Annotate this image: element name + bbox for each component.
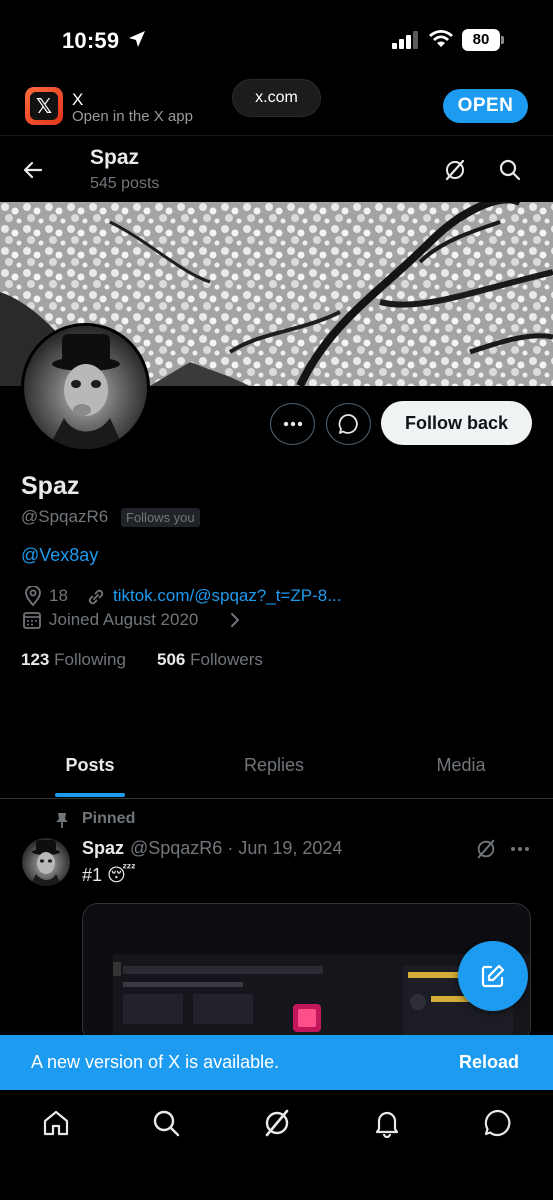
tabs-divider: [0, 798, 553, 799]
update-message: A new version of X is available.: [31, 1052, 280, 1072]
location-pin-icon: [25, 586, 41, 606]
x-app-icon[interactable]: 𝕏: [25, 87, 63, 125]
tab-replies[interactable]: Replies: [234, 755, 314, 776]
more-options-button[interactable]: [270, 403, 315, 445]
reload-button[interactable]: Reload: [459, 1052, 519, 1073]
active-tab-indicator: [55, 793, 125, 797]
post-author-avatar[interactable]: [22, 838, 70, 886]
battery-indicator: 80: [462, 29, 504, 51]
profile-location: 18: [49, 586, 68, 605]
profile-name: Spaz: [21, 472, 80, 500]
search-icon[interactable]: [151, 1108, 181, 1138]
search-icon[interactable]: [498, 158, 522, 182]
link-icon: [88, 589, 104, 605]
post-text: #1 😴: [82, 865, 136, 885]
post-more-icon[interactable]: [509, 838, 531, 860]
message-button[interactable]: [326, 403, 371, 445]
follows-you-badge: Follows you: [121, 508, 200, 527]
post-author-meta: @SpqazR6 · Jun 19, 2024: [130, 838, 343, 858]
header-name: Spaz: [90, 146, 140, 169]
header-post-count: 545 posts: [90, 175, 160, 192]
grok-icon[interactable]: [475, 838, 497, 860]
grok-icon[interactable]: [443, 158, 467, 182]
grok-icon[interactable]: [262, 1108, 292, 1138]
calendar-icon: [23, 612, 41, 629]
messages-icon[interactable]: [483, 1108, 513, 1138]
profile-joined-date[interactable]: Joined August 2020: [49, 610, 198, 630]
profile-handle: @SpqazR6: [21, 507, 109, 526]
app-name: X: [72, 90, 84, 109]
followers-count[interactable]: 506 Followers: [157, 650, 263, 670]
follow-back-button[interactable]: Follow back: [381, 401, 532, 445]
signal-icon: [392, 31, 418, 49]
profile-website-link[interactable]: tiktok.com/@spqaz?_t=ZP-8...: [113, 586, 341, 606]
profile-avatar[interactable]: [21, 323, 150, 452]
compose-icon: [481, 964, 505, 988]
wifi-icon: [429, 30, 453, 47]
url-pill[interactable]: x.com: [232, 79, 321, 117]
compose-post-button[interactable]: [458, 941, 528, 1011]
back-arrow-icon[interactable]: [21, 158, 45, 182]
following-count[interactable]: 123 Following: [21, 650, 126, 670]
open-app-button[interactable]: OPEN: [443, 89, 528, 123]
pinned-label: Pinned: [82, 810, 136, 827]
more-dots-icon: [283, 421, 302, 427]
battery-level: 80: [462, 29, 500, 51]
banner-divider: [0, 135, 553, 136]
post-author-name[interactable]: Spaz: [82, 838, 124, 859]
home-icon[interactable]: [41, 1108, 71, 1138]
tab-media[interactable]: Media: [424, 755, 498, 776]
message-bubble-icon: [338, 414, 358, 434]
pin-icon: [56, 813, 68, 828]
location-arrow-icon: [129, 31, 145, 47]
notifications-bell-icon[interactable]: [372, 1108, 402, 1138]
app-subtitle: Open in the X app: [72, 108, 193, 125]
status-time: 10:59: [62, 28, 120, 53]
chevron-right-icon[interactable]: [228, 611, 242, 629]
profile-bio-mention[interactable]: @Vex8ay: [21, 545, 98, 566]
tab-posts[interactable]: Posts: [60, 755, 120, 776]
